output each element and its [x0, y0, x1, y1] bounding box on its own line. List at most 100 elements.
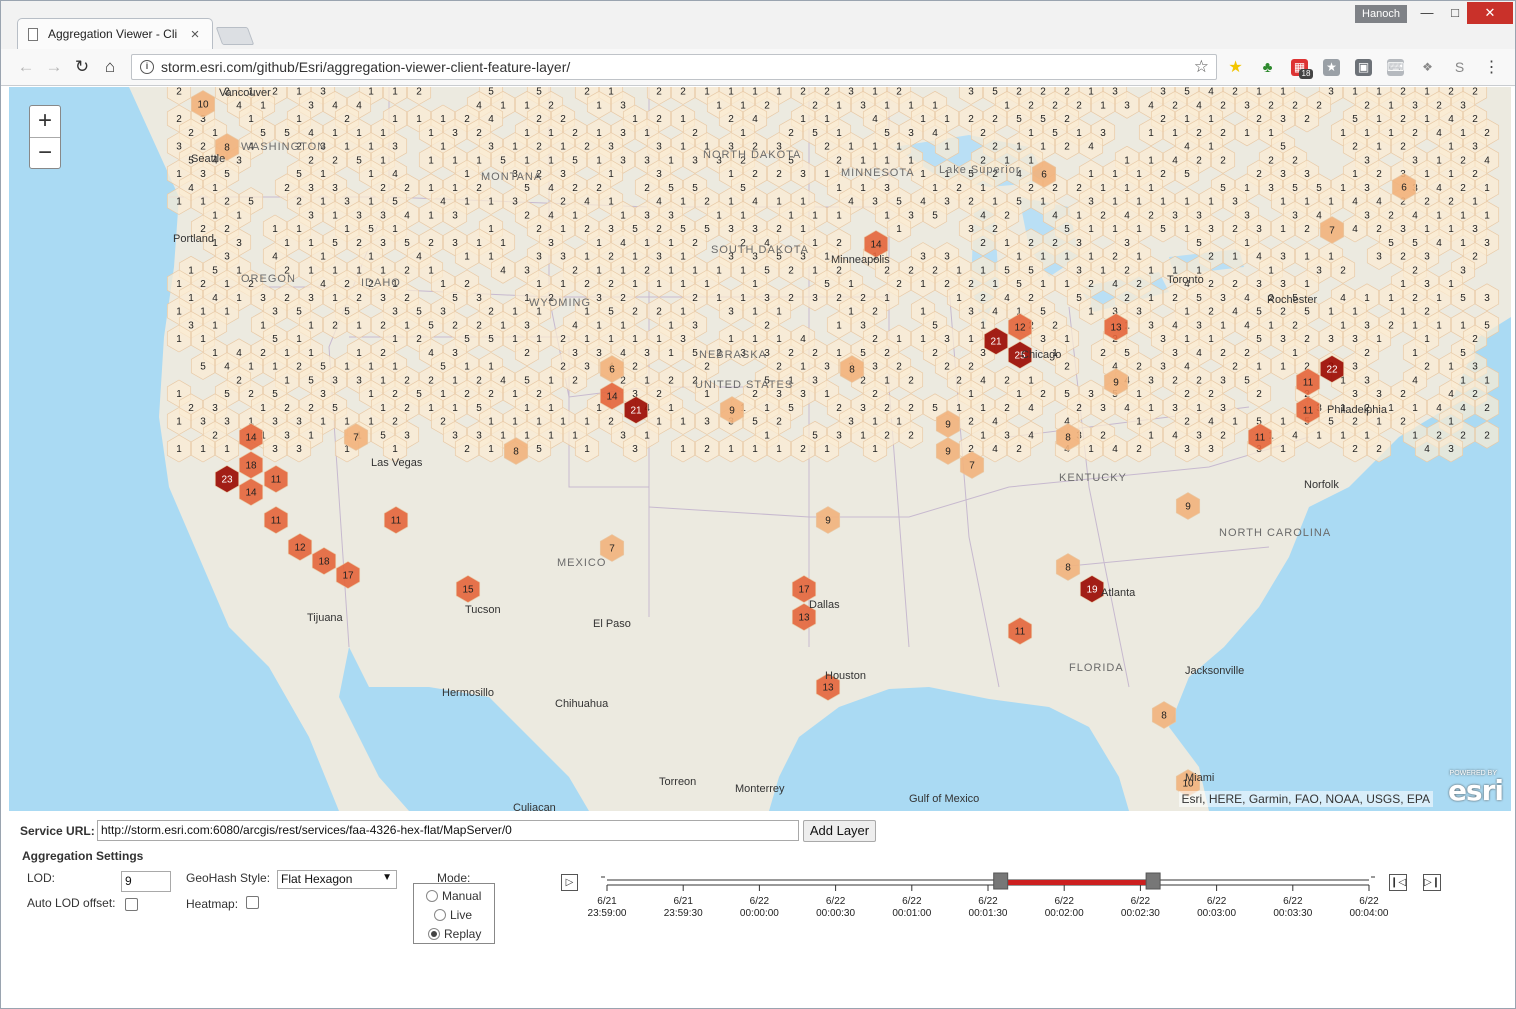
hex-count-label: 4	[1112, 279, 1118, 290]
hex-count-label: 1	[1484, 210, 1490, 221]
new-tab-button[interactable]	[215, 27, 255, 45]
geohash-style-select[interactable]: Flat Hexagon ▼	[277, 870, 397, 889]
lod-input[interactable]: 9	[121, 871, 171, 892]
range-start-handle[interactable]	[993, 872, 1009, 890]
hex-count-label: 5	[536, 444, 542, 455]
hex-count-label: 2	[536, 142, 542, 153]
hex-cell[interactable]: 12	[287, 533, 313, 561]
auto-lod-offset-checkbox[interactable]	[125, 898, 138, 911]
hex-count-label: 4	[752, 197, 758, 208]
hex-count-label: 2	[680, 87, 686, 98]
hex-count-label: 1	[1208, 334, 1214, 345]
hex-cell[interactable]: 15	[455, 575, 481, 603]
hex-count-label: 3	[1280, 252, 1286, 263]
hex-cell[interactable]: 2	[406, 87, 432, 105]
hex-count-label: 5	[1184, 87, 1190, 98]
hex-cell[interactable]: 18	[238, 451, 264, 479]
step-forward-button[interactable]: ▷❙	[1423, 874, 1441, 891]
zoom-in-button[interactable]: +	[30, 106, 60, 137]
hex-count-label: 2	[584, 279, 590, 290]
heatmap-checkbox[interactable]	[246, 896, 259, 909]
hex-count-label: 4	[548, 183, 554, 194]
back-icon[interactable]: ←	[15, 56, 37, 78]
region-label: WYOMING	[529, 297, 591, 309]
hex-cell[interactable]: 2	[1474, 420, 1500, 449]
star-extension-icon[interactable]: ★	[1227, 59, 1244, 76]
minimize-icon[interactable]: —	[1413, 2, 1441, 24]
hex-aggregation-layer[interactable]: 2212131125521221111223123522213354211311…	[9, 87, 1511, 811]
zoom-out-button[interactable]: −	[30, 137, 60, 168]
hex-cell[interactable]: 23	[214, 465, 240, 493]
pocket-extension-icon[interactable]: ▣	[1355, 59, 1372, 76]
leaf-extension-icon[interactable]: ♣	[1259, 59, 1276, 76]
tab-close-icon[interactable]: ×	[188, 26, 202, 43]
hex-cell[interactable]: 1	[382, 87, 408, 105]
hex-cell[interactable]: 2	[646, 87, 672, 105]
bookmark-extension-icon[interactable]: ★	[1323, 59, 1340, 76]
hex-count-label: 3	[452, 238, 458, 249]
info-icon[interactable]: i	[140, 60, 154, 74]
hex-cell[interactable]: 3	[694, 407, 720, 435]
service-url-input[interactable]: http://storm.esri.com:6080/arcgis/rest/s…	[97, 820, 799, 841]
mode-replay[interactable]: Replay	[428, 927, 481, 941]
menu-icon[interactable]: ⋮	[1483, 59, 1500, 76]
mode-manual-radio[interactable]	[426, 890, 438, 902]
hex-cell[interactable]: 1	[670, 434, 696, 463]
hex-count-label: 2	[1400, 417, 1406, 428]
bookmark-star-icon[interactable]: ☆	[1194, 57, 1209, 77]
hex-count-label: 3	[644, 348, 650, 359]
hex-count-label: 3	[1280, 169, 1286, 180]
hex-count-label: 1	[248, 114, 254, 125]
title-bar: Aggregation Viewer - Cli × Hanoch — □ ✕	[1, 1, 1515, 49]
hex-cell[interactable]: 11	[1007, 617, 1033, 645]
feather-extension-icon[interactable]: ❖	[1419, 59, 1436, 76]
address-bar[interactable]: i storm.esri.com/github/Esri/aggregation…	[131, 54, 1217, 80]
hex-count-label: 1	[824, 252, 830, 263]
mode-live-radio[interactable]	[434, 909, 446, 921]
maximize-icon[interactable]: □	[1441, 2, 1469, 24]
hex-count-label: 1	[428, 210, 434, 221]
hex-cell[interactable]: 3	[1474, 283, 1500, 312]
browser-tab[interactable]: Aggregation Viewer - Cli ×	[17, 18, 213, 49]
hex-count-label: 2	[1460, 183, 1466, 194]
mode-manual[interactable]: Manual	[426, 889, 481, 903]
hex-cell[interactable]: 11	[383, 506, 409, 534]
hex-count-label: 3	[296, 444, 302, 455]
mode-replay-radio[interactable]	[428, 928, 440, 940]
hex-cell[interactable]: 8	[1151, 701, 1177, 729]
hex-count-label: 1	[932, 100, 938, 111]
hex-count-label: 1	[356, 348, 362, 359]
hex-cell[interactable]: 2	[694, 434, 720, 463]
hex-cell[interactable]: 11	[263, 506, 289, 534]
hex-count-label: 1	[1088, 444, 1094, 455]
hex-cell[interactable]: 14	[238, 478, 264, 506]
hex-cell[interactable]: 1	[166, 434, 192, 463]
hex-cell[interactable]: 11	[263, 465, 289, 493]
hex-cell[interactable]: 8	[1055, 553, 1081, 581]
hex-cell[interactable]: 9	[815, 506, 841, 534]
step-back-button[interactable]: ❙◁	[1389, 874, 1407, 891]
hex-cell[interactable]: 1	[718, 434, 744, 463]
reload-icon[interactable]: ↻	[71, 56, 93, 78]
keyboard-extension-icon[interactable]: ⌨	[1387, 59, 1404, 76]
hex-cell[interactable]: 9	[1175, 492, 1201, 520]
hex-cell[interactable]: 17	[335, 561, 361, 589]
skype-extension-icon[interactable]: S	[1451, 59, 1468, 76]
hex-count-label: 2	[428, 375, 434, 386]
play-button[interactable]: ▷	[561, 874, 578, 891]
hex-count-label: 1	[260, 403, 266, 414]
hex-cell[interactable]: 2	[166, 87, 192, 105]
range-end-handle[interactable]	[1145, 872, 1161, 890]
map-view[interactable]: 2212131125521221111223123522213354211311…	[9, 87, 1511, 811]
hex-cell[interactable]: 3	[958, 87, 984, 105]
hex-cell[interactable]: 9	[935, 437, 961, 465]
forward-icon[interactable]: →	[43, 56, 65, 78]
home-icon[interactable]: ⌂	[99, 56, 121, 78]
profile-badge[interactable]: Hanoch	[1355, 5, 1407, 23]
timeline-slider[interactable]	[587, 867, 1387, 897]
window-close-icon[interactable]: ✕	[1467, 2, 1513, 24]
mode-live[interactable]: Live	[434, 908, 472, 922]
hex-cell[interactable]: 18	[311, 547, 337, 575]
hex-cell[interactable]: 2	[670, 87, 696, 105]
add-layer-button[interactable]: Add Layer	[803, 820, 876, 842]
